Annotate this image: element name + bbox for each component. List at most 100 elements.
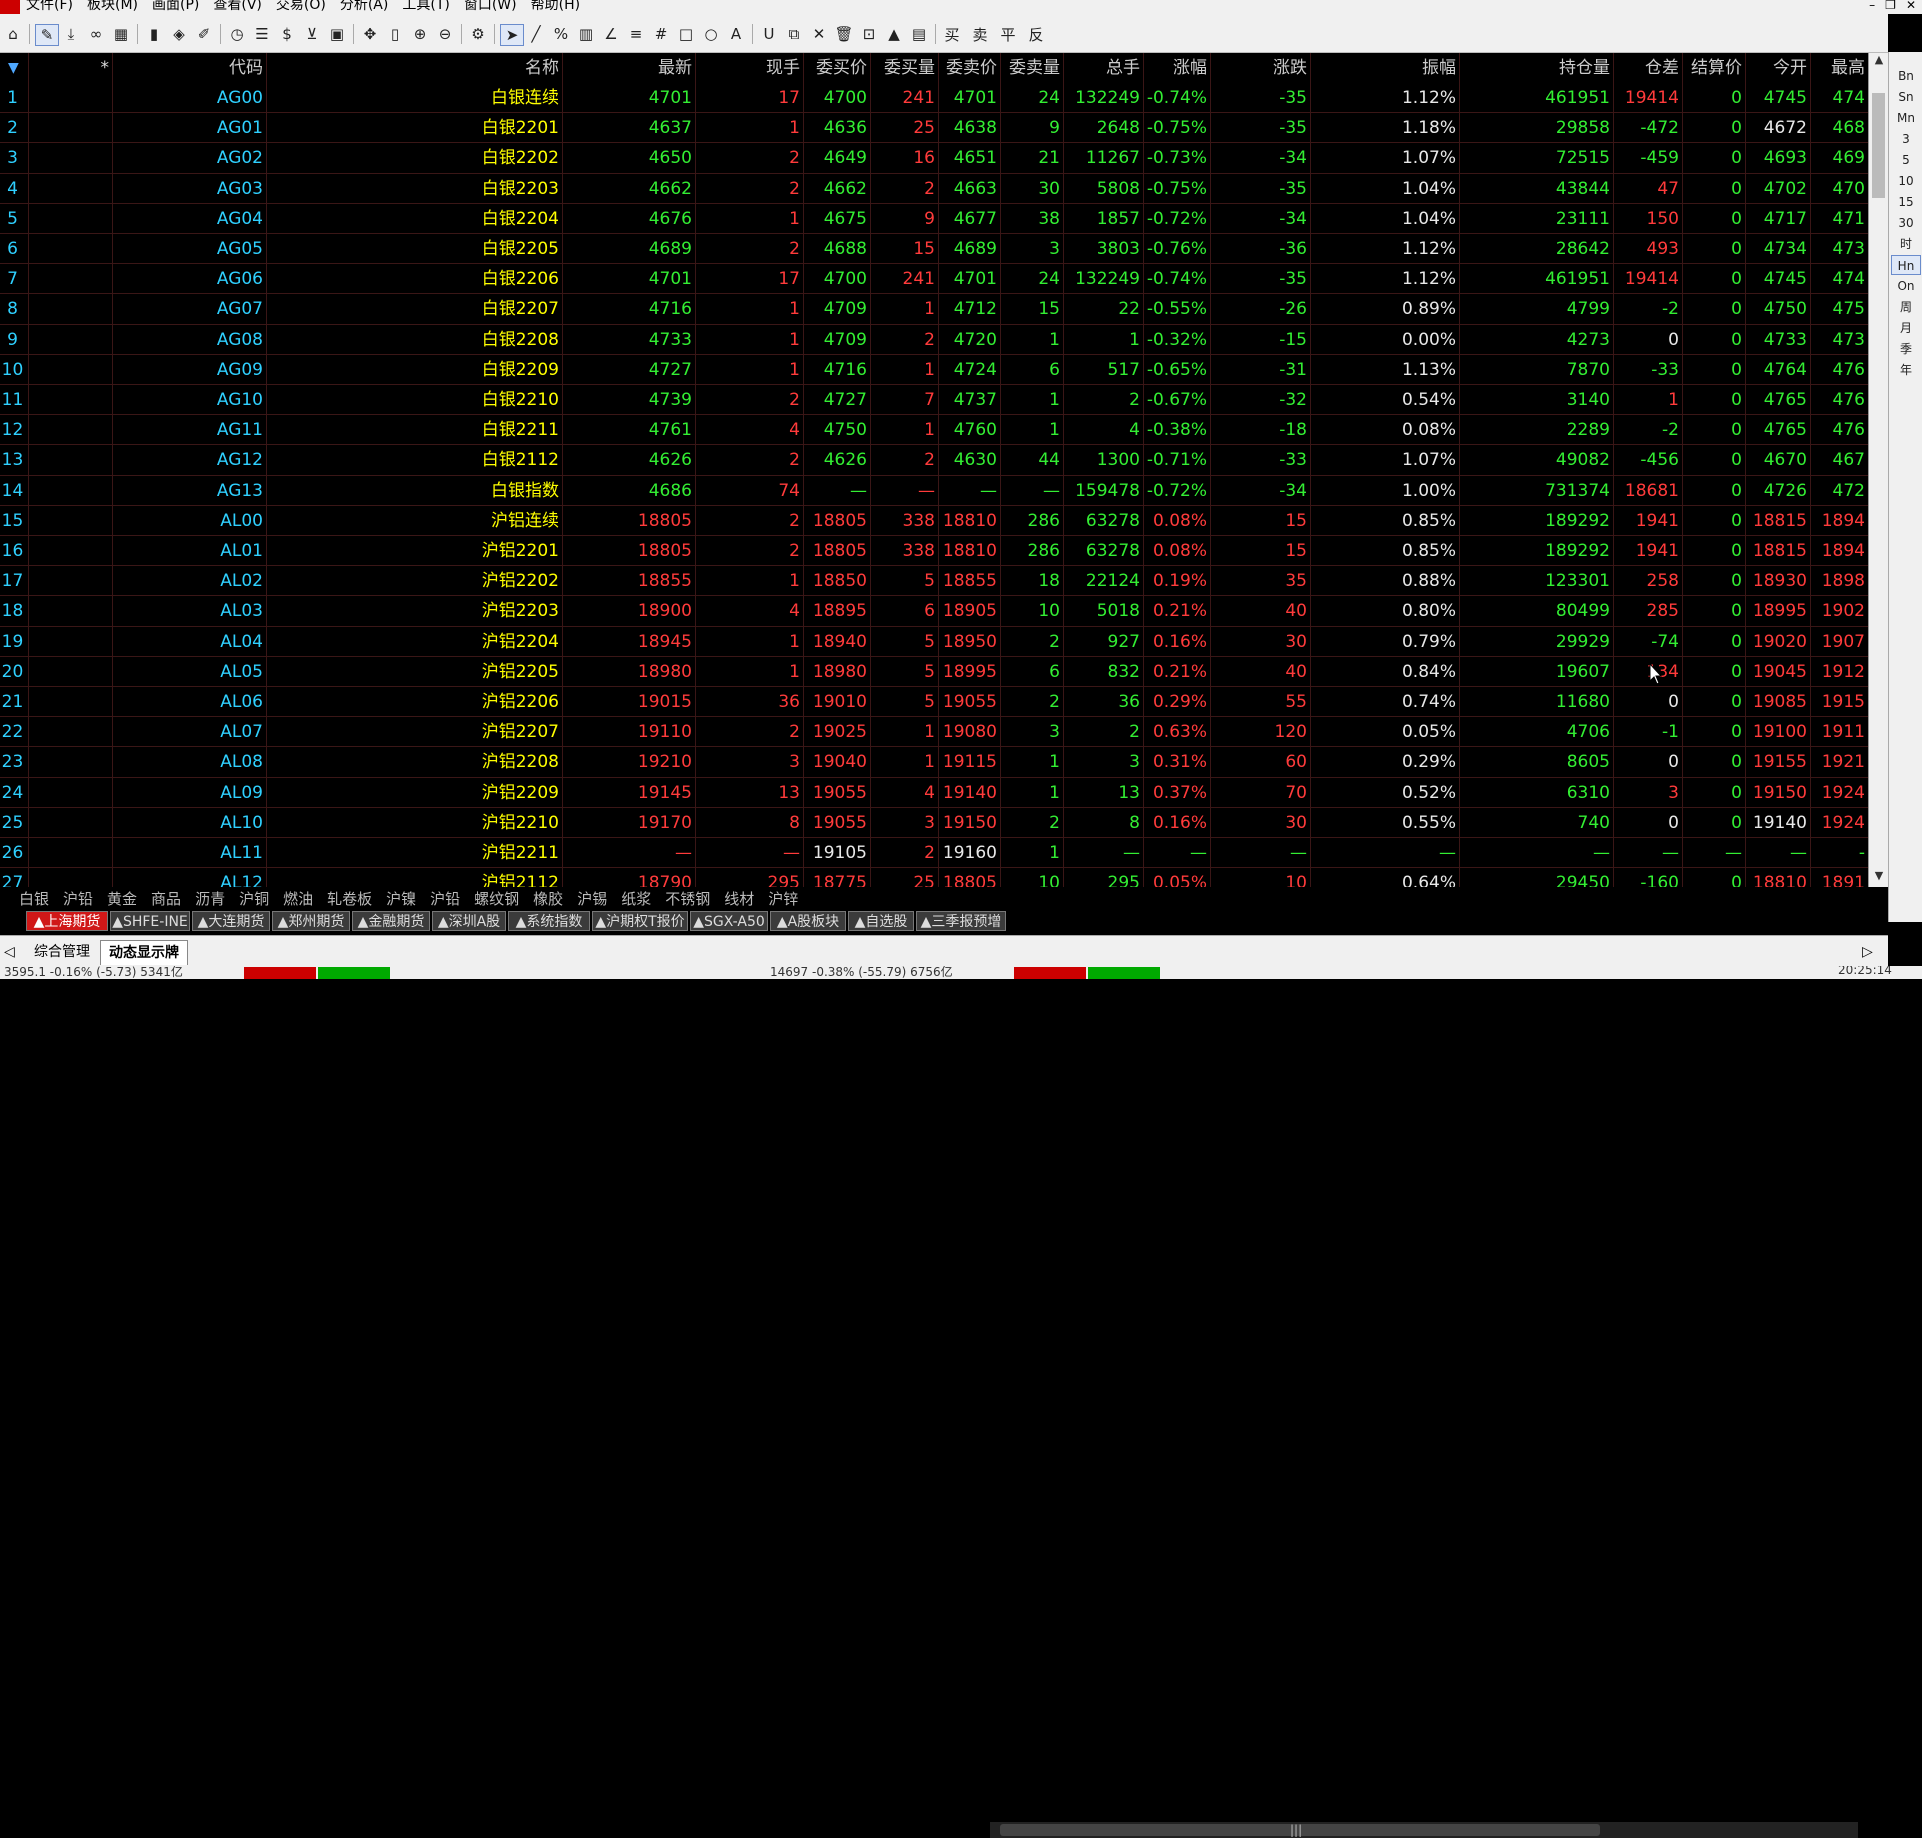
menu-item[interactable]: 查看(V) bbox=[213, 0, 262, 12]
menu-item[interactable]: 板块(M) bbox=[87, 0, 138, 12]
copy-icon[interactable]: ⧉ bbox=[783, 24, 805, 44]
table-row[interactable]: 5 AG04 白银2204 4676 1 4675 9 4677 38 1857 -0.72% -34… bbox=[0, 204, 1868, 234]
period-button[interactable]: 5 bbox=[1891, 150, 1921, 170]
period-button[interactable]: On bbox=[1891, 276, 1921, 296]
table-row[interactable]: 16 AL01 沪铝2201 18805 2 18805 338 18810 286 63278 0… bbox=[0, 536, 1868, 566]
column-header[interactable]: 最高 bbox=[1810, 53, 1868, 83]
period-button[interactable]: 3 bbox=[1891, 129, 1921, 149]
edit-icon[interactable]: ✐ bbox=[193, 24, 215, 44]
column-header[interactable]: 委卖价 bbox=[938, 53, 1000, 83]
move-icon[interactable]: ✥ bbox=[359, 24, 381, 44]
category-item[interactable]: 沪锌 bbox=[761, 888, 805, 909]
period-button[interactable]: 10 bbox=[1891, 171, 1921, 191]
restore-icon[interactable]: ❐ bbox=[1885, 0, 1896, 12]
cursor-icon[interactable]: ➤ bbox=[500, 24, 524, 46]
hash-icon[interactable]: # bbox=[650, 24, 672, 44]
category-item[interactable]: 商品 bbox=[144, 888, 188, 909]
column-header[interactable]: 涨幅 bbox=[1143, 53, 1210, 83]
menu-item[interactable]: 帮助(H) bbox=[531, 0, 580, 12]
workspace-tab-1[interactable]: 综合管理 bbox=[34, 940, 90, 964]
table-row[interactable]: 10 AG09 白银2209 4727 1 4716 1 4724 6 517 -0.65% -31 1… bbox=[0, 355, 1868, 385]
column-header[interactable]: 委买量 bbox=[870, 53, 938, 83]
workspace-tab-2[interactable]: 动态显示牌 bbox=[100, 940, 188, 965]
column-header[interactable]: 今开 bbox=[1745, 53, 1810, 83]
circle-icon[interactable]: ○ bbox=[700, 24, 722, 44]
period-button[interactable]: 15 bbox=[1891, 192, 1921, 212]
flat-icon[interactable]: 平 bbox=[997, 24, 1019, 44]
period-button[interactable]: 30 bbox=[1891, 213, 1921, 233]
trash-icon[interactable]: 🗑 bbox=[833, 24, 855, 44]
column-header[interactable]: 仓差 bbox=[1613, 53, 1682, 83]
period-button[interactable]: 月 bbox=[1891, 318, 1921, 338]
table-row[interactable]: 24 AL09 沪铝2209 19145 13 19055 4 19140 1 13 0.37% 70… bbox=[0, 778, 1868, 808]
category-item[interactable]: 燃油 bbox=[276, 888, 320, 909]
period-button[interactable]: Sn bbox=[1891, 87, 1921, 107]
table-row[interactable]: 21 AL06 沪铝2206 19015 36 19010 5 19055 2 36 0.29% 55… bbox=[0, 687, 1868, 717]
table-row[interactable]: 12 AG11 白银2211 4761 4 4750 1 4760 1 4 -0.38% -18 0.0… bbox=[0, 415, 1868, 445]
column-header[interactable]: 涨跌 bbox=[1210, 53, 1310, 83]
table-row[interactable]: 19 AL04 沪铝2204 18945 1 18940 5 18950 2 927 0.16% 30… bbox=[0, 627, 1868, 657]
filter-icon[interactable]: ⊻ bbox=[301, 24, 323, 44]
table-row[interactable]: 8 AG07 白银2207 4716 1 4709 1 4712 15 22 -0.55% -26 0.… bbox=[0, 294, 1868, 324]
menu-item[interactable]: 画面(P) bbox=[152, 0, 199, 12]
reverse-icon[interactable]: 反 bbox=[1025, 24, 1047, 44]
scroll-thumb[interactable] bbox=[1872, 93, 1885, 198]
diamond-icon[interactable]: ◈ bbox=[168, 24, 190, 44]
period-button[interactable]: Hn bbox=[1891, 255, 1921, 275]
pen-icon[interactable]: ✎ bbox=[35, 24, 59, 46]
percent-icon[interactable]: % bbox=[550, 24, 572, 44]
table-row[interactable]: 2 AG01 白银2201 4637 1 4636 25 4638 9 2648 -0.75% -35… bbox=[0, 113, 1868, 143]
table-row[interactable]: 25 AL10 沪铝2210 19170 8 19055 3 19150 2 8 0.16% 30 0.… bbox=[0, 808, 1868, 838]
workspace-next-icon[interactable]: ▷ bbox=[1862, 940, 1873, 964]
market-tab[interactable]: ▲大连期货 bbox=[192, 911, 270, 931]
market-tab[interactable]: ▲A股板块 bbox=[770, 911, 846, 931]
category-item[interactable]: 纸浆 bbox=[614, 888, 658, 909]
table-row[interactable]: 26 AL11 沪铝2211 — — 19105 2 19160 1 — — — — — — — — - bbox=[0, 838, 1868, 868]
table-row[interactable]: 1 AG00 白银连续 4701 17 4700 241 4701 24 132249 -0.74%… bbox=[0, 83, 1868, 113]
market-tab[interactable]: ▲深圳A股 bbox=[432, 911, 506, 931]
menu-item[interactable]: 文件(F) bbox=[26, 0, 73, 12]
category-item[interactable]: 轧卷板 bbox=[320, 888, 379, 909]
market-tab[interactable]: ▲SGX-A50 bbox=[690, 911, 768, 931]
clock-icon[interactable]: ◷ bbox=[226, 24, 248, 44]
table-row[interactable]: 23 AL08 沪铝2208 19210 3 19040 1 19115 1 3 0.31% 60 0.… bbox=[0, 747, 1868, 777]
category-item[interactable]: 沪铅 bbox=[423, 888, 467, 909]
column-header[interactable]: 总手 bbox=[1063, 53, 1143, 83]
market-tab[interactable]: ▲郑州期货 bbox=[272, 911, 350, 931]
column-header[interactable]: * bbox=[28, 53, 112, 83]
market-tab[interactable]: ▲沪期权T报价 bbox=[592, 911, 688, 931]
workspace-prev-icon[interactable]: ◁ bbox=[4, 940, 15, 964]
market-tab[interactable]: ▲自选股 bbox=[848, 911, 914, 931]
minimize-icon[interactable]: – bbox=[1869, 0, 1875, 12]
category-item[interactable]: 沥青 bbox=[188, 888, 232, 909]
table-row[interactable]: 22 AL07 沪铝2207 19110 2 19025 1 19080 3 2 0.63% 120 0… bbox=[0, 717, 1868, 747]
table-row[interactable]: 9 AG08 白银2208 4733 1 4709 2 4720 1 1 -0.32% -15 0.00… bbox=[0, 325, 1868, 355]
line-icon[interactable]: ╱ bbox=[525, 24, 547, 44]
buy-icon[interactable]: 买 bbox=[941, 24, 963, 44]
category-item[interactable]: 不锈钢 bbox=[658, 888, 717, 909]
period-button[interactable]: 周 bbox=[1891, 297, 1921, 317]
horizontal-scrollbar[interactable]: ||| bbox=[990, 1822, 1858, 1838]
period-button[interactable]: 时 bbox=[1891, 234, 1921, 254]
table-row[interactable]: 20 AL05 沪铝2205 18980 1 18980 5 18995 6 832 0.21% 40… bbox=[0, 657, 1868, 687]
column-header[interactable]: 现手 bbox=[695, 53, 803, 83]
period-button[interactable]: Mn bbox=[1891, 108, 1921, 128]
table-row[interactable]: 13 AG12 白银2112 4626 2 4626 2 4630 44 1300 -0.71% -3… bbox=[0, 445, 1868, 475]
column-header[interactable]: 最新 bbox=[562, 53, 695, 83]
close-window-icon[interactable]: ✕ bbox=[1906, 0, 1916, 12]
vertical-scrollbar[interactable]: ▲ ▼ bbox=[1868, 53, 1889, 887]
zoom-in-icon[interactable]: ⊕ bbox=[409, 24, 431, 44]
category-item[interactable]: 螺纹钢 bbox=[467, 888, 526, 909]
download-icon[interactable]: ⤓ bbox=[60, 24, 82, 44]
market-tab[interactable]: ▲金融期货 bbox=[352, 911, 430, 931]
rect-icon[interactable]: □ bbox=[675, 24, 697, 44]
table-row[interactable]: 6 AG05 白银2205 4689 2 4688 15 4689 3 3803 -0.76% -36… bbox=[0, 234, 1868, 264]
column-header[interactable]: 委卖量 bbox=[1000, 53, 1063, 83]
column-header[interactable]: 委买价 bbox=[803, 53, 870, 83]
table-row[interactable]: 18 AL03 沪铝2203 18900 4 18895 6 18905 10 5018 0.21%… bbox=[0, 596, 1868, 626]
text-icon[interactable]: A bbox=[725, 24, 747, 44]
period-button[interactable]: 年 bbox=[1891, 360, 1921, 380]
color-icon[interactable]: ▲ bbox=[883, 24, 905, 44]
column-header[interactable]: 振幅 bbox=[1310, 53, 1459, 83]
column-header[interactable]: 持仓量 bbox=[1459, 53, 1613, 83]
